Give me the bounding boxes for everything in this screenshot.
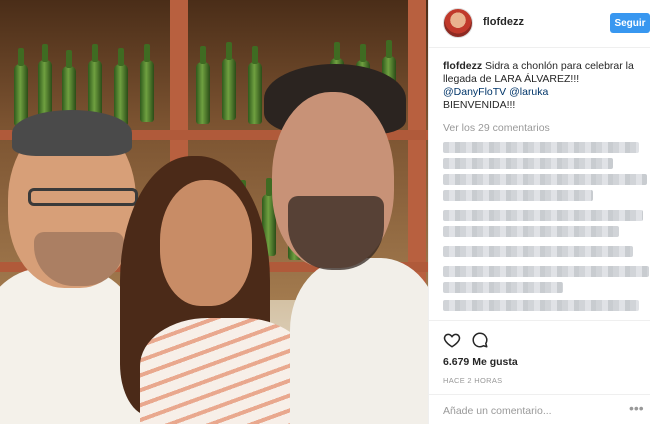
post-details-panel: flofdezz Seguir flofdezz Sidra a chonlón… [428,0,650,424]
heart-icon[interactable] [443,331,461,349]
speech-bubble-icon[interactable] [471,331,489,349]
bottle [140,44,154,122]
bottle [196,46,210,124]
avatar[interactable] [443,8,473,38]
post-header: flofdezz Seguir [429,0,650,48]
likes-count[interactable]: 6.679 Me gusta [443,356,518,368]
shelf-post [408,0,426,300]
header-username[interactable]: flofdezz [483,16,524,28]
post-caption: flofdezz Sidra a chonlón para celebrar l… [443,60,645,112]
post-photo[interactable] [0,0,428,424]
follow-button[interactable]: Seguir [610,13,650,33]
comment-bar: ••• [429,394,650,424]
bottle [14,48,28,126]
caption-username[interactable]: flofdezz [443,60,482,72]
caption-text: BIENVENIDA!!! [443,99,516,111]
bottle [248,46,262,124]
bottle [222,42,236,120]
ellipsis-icon[interactable]: ••• [629,401,644,415]
view-comments-link[interactable]: Ver los 29 comentarios [443,122,550,134]
post-timestamp: HACE 2 HORAS [443,376,503,385]
mention-link[interactable]: @laruka [509,86,548,98]
mention-link[interactable]: @DanyFloTV [443,86,506,98]
comment-input[interactable] [443,403,623,419]
